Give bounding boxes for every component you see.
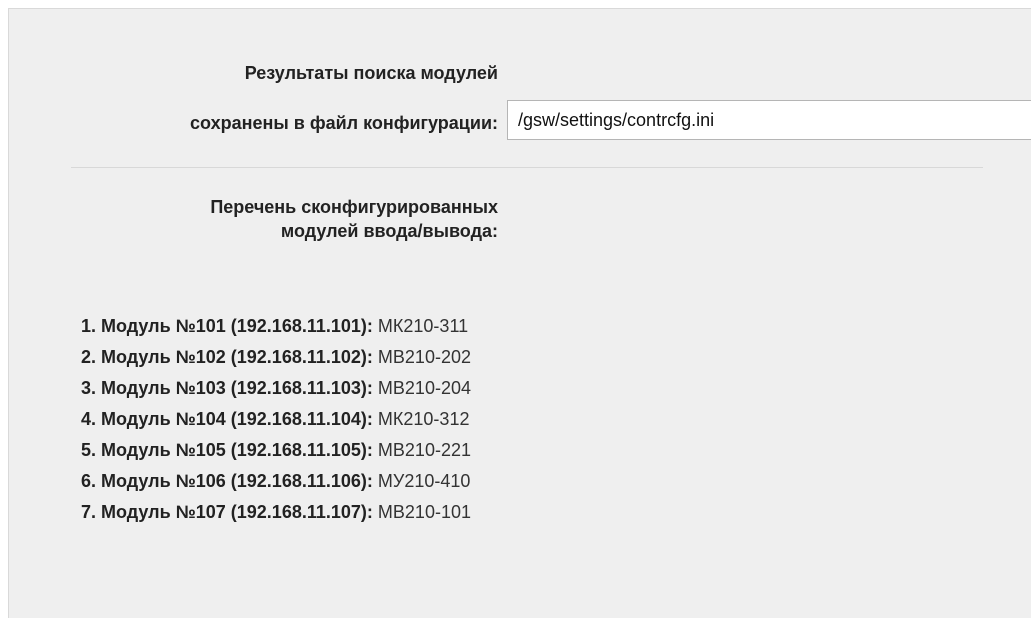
- module-item-value: МК210-311: [377, 316, 469, 336]
- module-item: 6. Модуль №106 (192.168.11.106): МУ210-4…: [81, 466, 471, 497]
- module-item-value: МВ210-221: [377, 440, 471, 460]
- module-item-key: 5. Модуль №105 (192.168.11.105):: [81, 440, 373, 460]
- modules-list-title-line1: Перечень сконфигурированных: [210, 197, 498, 217]
- module-item-key: 7. Модуль №107 (192.168.11.107):: [81, 502, 373, 522]
- module-item-value: МВ210-202: [377, 347, 471, 367]
- module-item: 7. Модуль №107 (192.168.11.107): МВ210-1…: [81, 497, 471, 528]
- module-item-value: МВ210-204: [377, 378, 471, 398]
- module-item-key: 2. Модуль №102 (192.168.11.102):: [81, 347, 373, 367]
- modules-list-title: Перечень сконфигурированных модулей ввод…: [210, 195, 498, 243]
- config-label-line1: Результаты поиска модулей: [244, 63, 498, 83]
- module-item: 4. Модуль №104 (192.168.11.104): МК210-3…: [81, 404, 471, 435]
- module-item-key: 6. Модуль №106 (192.168.11.106):: [81, 471, 373, 491]
- module-item-value: МУ210-410: [377, 471, 471, 491]
- module-item-value: МК210-312: [377, 409, 470, 429]
- config-panel: Результаты поиска модулей сохранены в фа…: [8, 8, 1031, 618]
- module-item-key: 1. Модуль №101 (192.168.11.101):: [81, 316, 373, 336]
- config-file-path-input[interactable]: [507, 100, 1031, 140]
- module-item: 1. Модуль №101 (192.168.11.101): МК210-3…: [81, 311, 471, 342]
- config-label-line2: сохранены в файл конфигурации:: [190, 113, 498, 133]
- module-item-value: МВ210-101: [377, 502, 471, 522]
- module-item-key: 3. Модуль №103 (192.168.11.103):: [81, 378, 373, 398]
- module-item-key: 4. Модуль №104 (192.168.11.104):: [81, 409, 373, 429]
- modules-list: 1. Модуль №101 (192.168.11.101): МК210-3…: [81, 311, 471, 528]
- module-item: 5. Модуль №105 (192.168.11.105): МВ210-2…: [81, 435, 471, 466]
- module-item: 3. Модуль №103 (192.168.11.103): МВ210-2…: [81, 373, 471, 404]
- module-item: 2. Модуль №102 (192.168.11.102): МВ210-2…: [81, 342, 471, 373]
- modules-list-title-line2: модулей ввода/вывода:: [280, 221, 498, 241]
- section-divider: [71, 167, 983, 168]
